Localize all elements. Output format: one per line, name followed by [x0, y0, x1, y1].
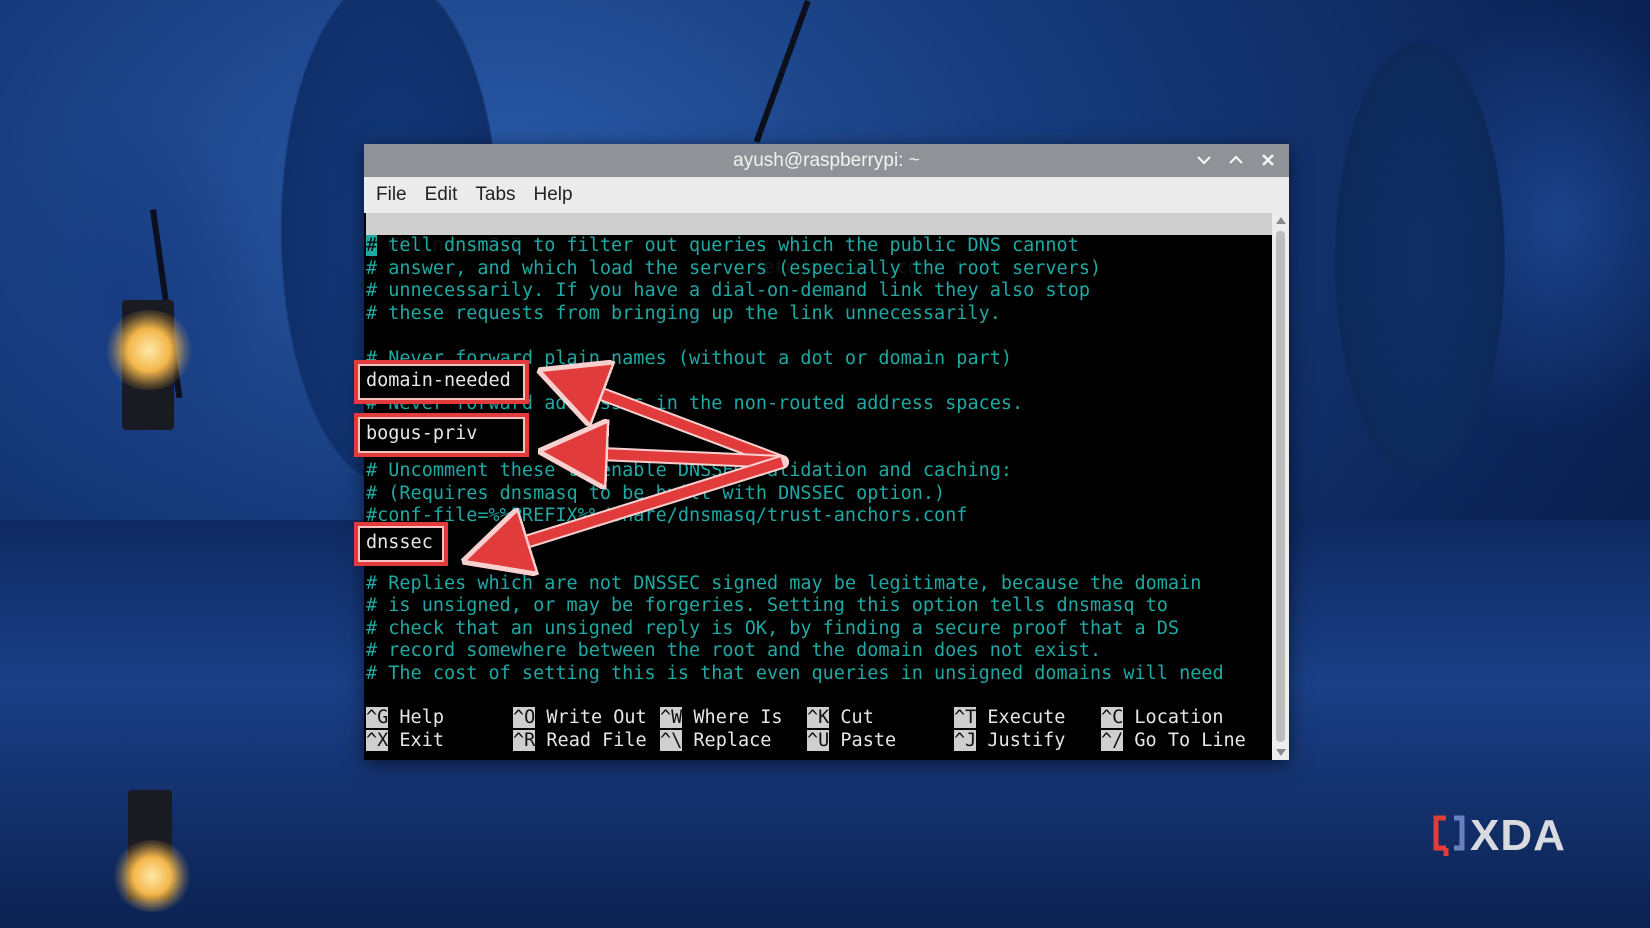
annotation-box-domain-needed: domain-needed: [354, 360, 529, 404]
shortcut-read-file[interactable]: ^R Read File: [513, 729, 647, 752]
annotation-box-bogus-priv: bogus-priv: [354, 413, 529, 457]
shortcut-execute[interactable]: ^T Execute: [954, 707, 1065, 729]
close-icon[interactable]: [1257, 148, 1279, 172]
maximize-icon[interactable]: [1225, 148, 1247, 172]
shortcut-paste[interactable]: ^U Paste: [807, 729, 896, 752]
shortcut-location[interactable]: ^C Location: [1101, 707, 1224, 729]
editor-line: # is unsigned, or may be forgeries. Sett…: [366, 595, 1168, 616]
terminal-area[interactable]: GNU nano 7.2 /etc/dnsmasq.conf * # tell …: [364, 213, 1272, 760]
editor-line: #conf-file=%%PREFIX%%/share/dnsmasq/trus…: [366, 505, 968, 526]
editor-line: # tell dnsmasq to filter out queries whi…: [366, 235, 1079, 256]
shortcut-help[interactable]: ^G Help: [366, 707, 444, 729]
xda-bracket-icon: [1433, 815, 1465, 856]
shortcut-go-to-line[interactable]: ^/ Go To Line: [1101, 729, 1246, 752]
scroll-up-icon[interactable]: [1272, 213, 1289, 227]
scrollbar-thumb[interactable]: [1276, 231, 1285, 742]
annotation-box-dnssec: dnssec: [354, 522, 448, 566]
xda-logo: XDA: [1432, 811, 1566, 860]
text-cursor: #: [366, 235, 378, 256]
editor-line: # answer, and which load the servers (es…: [366, 257, 1102, 279]
shortcut-where-is[interactable]: ^W Where Is: [660, 707, 783, 729]
menu-tabs[interactable]: Tabs: [473, 184, 517, 206]
editor-line: # Replies which are not DNSSEC signed ma…: [366, 572, 1202, 594]
wallpaper-lantern-reflection-glow: [112, 840, 192, 912]
shortcut-justify[interactable]: ^J Justify: [954, 729, 1065, 752]
wallpaper-lantern-glow: [104, 310, 194, 390]
minimize-icon[interactable]: [1193, 148, 1215, 172]
wallpaper-pole: [753, 0, 811, 144]
menu-file[interactable]: File: [374, 184, 409, 206]
window-title: ayush@raspberrypi: ~: [733, 149, 920, 171]
editor-line: # check that an unsigned reply is OK, by…: [366, 617, 1180, 639]
menu-help[interactable]: Help: [532, 184, 575, 206]
shortcut-write-out[interactable]: ^O Write Out: [513, 707, 647, 729]
editor-line: # unnecessarily. If you have a dial-on-d…: [366, 280, 1090, 301]
editor-line: # Uncomment these to enable DNSSEC valid…: [366, 460, 1013, 481]
scroll-down-icon[interactable]: [1272, 746, 1289, 760]
shortcut-replace[interactable]: ^\ Replace: [660, 729, 771, 752]
editor-line: # record somewhere between the root and …: [366, 640, 1102, 661]
window-titlebar[interactable]: ayush@raspberrypi: ~: [364, 144, 1289, 177]
wallpaper-lantern: [122, 300, 174, 430]
nano-header: GNU nano 7.2 /etc/dnsmasq.conf *: [366, 213, 1272, 278]
editor-line: # these requests from bringing up the li…: [366, 302, 1001, 324]
shortcut-cut[interactable]: ^K Cut: [807, 707, 874, 729]
xda-logo-text: XDA: [1470, 811, 1566, 860]
menu-edit[interactable]: Edit: [423, 184, 460, 206]
wallpaper-lantern-reflection: [128, 790, 172, 900]
shortcut-exit[interactable]: ^X Exit: [366, 729, 444, 752]
editor-line: # The cost of setting this is that even …: [366, 662, 1224, 684]
editor-line: # (Requires dnsmasq to be built with DNS…: [366, 482, 946, 504]
wallpaper-pole: [150, 209, 183, 399]
terminal-scrollbar[interactable]: [1272, 213, 1289, 760]
window-controls: [1193, 148, 1279, 172]
menubar: File Edit Tabs Help: [364, 177, 1289, 213]
